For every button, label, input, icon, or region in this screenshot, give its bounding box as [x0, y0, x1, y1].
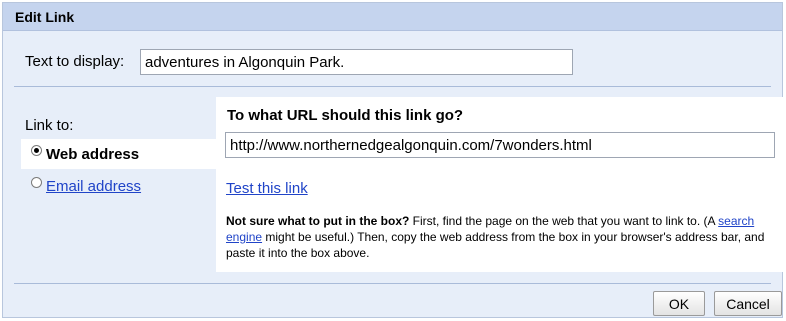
edit-link-dialog: Edit Link Text to display: Link to: Web … — [2, 2, 783, 318]
web-address-label[interactable]: Web address — [46, 146, 139, 163]
dialog-titlebar: Edit Link — [3, 3, 782, 31]
test-this-link[interactable]: Test this link — [226, 180, 308, 197]
ok-button[interactable]: OK — [653, 291, 705, 316]
text-to-display-input[interactable] — [140, 49, 573, 75]
help-bold-lead: Not sure what to put in the box? — [226, 214, 410, 228]
help-text-part-1: First, find the page on the web that you… — [409, 214, 719, 228]
web-address-option[interactable]: Web address — [21, 139, 216, 169]
top-divider — [14, 86, 771, 87]
dialog-title: Edit Link — [15, 9, 75, 25]
help-text: Not sure what to put in the box? First, … — [226, 213, 774, 261]
url-panel: To what URL should this link go? Test th… — [216, 97, 783, 272]
url-panel-title: To what URL should this link go? — [227, 107, 464, 124]
email-address-radio[interactable] — [31, 176, 42, 188]
cancel-button[interactable]: Cancel — [714, 291, 782, 316]
email-address-option[interactable]: Email address — [21, 171, 216, 201]
bottom-divider — [14, 283, 771, 284]
url-input[interactable] — [225, 132, 775, 158]
link-to-label: Link to: — [25, 117, 74, 134]
text-to-display-label: Text to display: — [25, 53, 125, 70]
web-address-radio[interactable] — [31, 144, 42, 156]
help-text-part-2: might be useful.) Then, copy the web add… — [226, 230, 765, 260]
email-address-link[interactable]: Email address — [46, 178, 141, 195]
